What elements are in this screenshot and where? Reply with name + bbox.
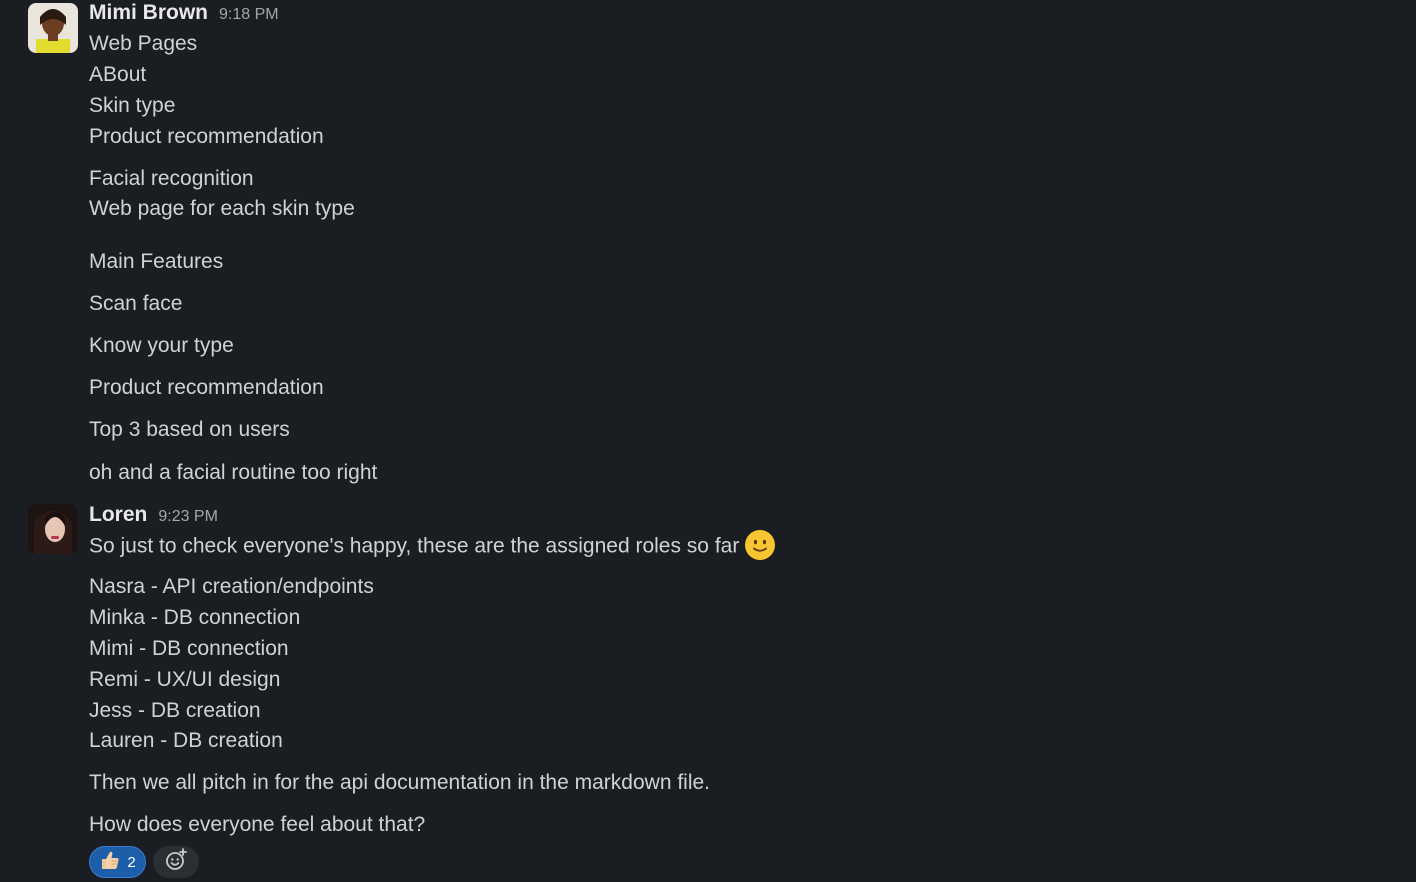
message-line: How does everyone feel about that? <box>89 813 426 836</box>
avatar[interactable] <box>28 504 78 554</box>
avatar[interactable] <box>28 3 78 53</box>
message-line: Remi - UX/UI design <box>89 668 281 691</box>
message-line: Lauren - DB creation <box>89 729 283 752</box>
message-line: Minka - DB connection <box>89 606 301 629</box>
author-name[interactable]: Mimi Brown <box>89 1 208 25</box>
timestamp[interactable]: 9:23 PM <box>158 508 218 526</box>
timestamp[interactable]: 9:18 PM <box>219 6 279 24</box>
user-avatar-loren <box>28 504 78 554</box>
reaction-count: 2 <box>127 853 136 871</box>
user-avatar-mimi <box>28 3 78 53</box>
thumbs-up-icon <box>99 849 121 875</box>
message-line: Web Pages <box>89 32 198 55</box>
message-line: oh and a facial routine too right <box>89 461 378 484</box>
reaction-bar: 2 <box>89 846 199 878</box>
message-line: Know your type <box>89 334 234 357</box>
author-name[interactable]: Loren <box>89 503 147 527</box>
message-line: Mimi - DB connection <box>89 637 289 660</box>
slightly-smiling-face-icon <box>745 530 776 560</box>
add-reaction-icon <box>164 847 188 877</box>
message-line: Top 3 based on users <box>89 418 290 441</box>
message-line: Web page for each skin type <box>89 197 355 220</box>
message-line: Facial recognition <box>89 167 254 190</box>
message-text: So just to check everyone's happy, these… <box>89 534 740 558</box>
message-line: Product recommendation <box>89 125 324 148</box>
message-line: Main Features <box>89 250 224 273</box>
message-line: Then we all pitch in for the api documen… <box>89 771 711 794</box>
add-reaction-button[interactable] <box>153 846 199 878</box>
message-line: ABout <box>89 63 147 86</box>
message-line: Jess - DB creation <box>89 699 261 722</box>
message-line: Product recommendation <box>89 376 324 399</box>
reaction-thumbs-up[interactable]: 2 <box>89 846 146 878</box>
message-line: So just to check everyone's happy, these… <box>89 530 776 562</box>
message-line: Skin type <box>89 94 176 117</box>
message-line: Scan face <box>89 292 183 315</box>
message-line: Nasra - API creation/endpoints <box>89 575 374 598</box>
